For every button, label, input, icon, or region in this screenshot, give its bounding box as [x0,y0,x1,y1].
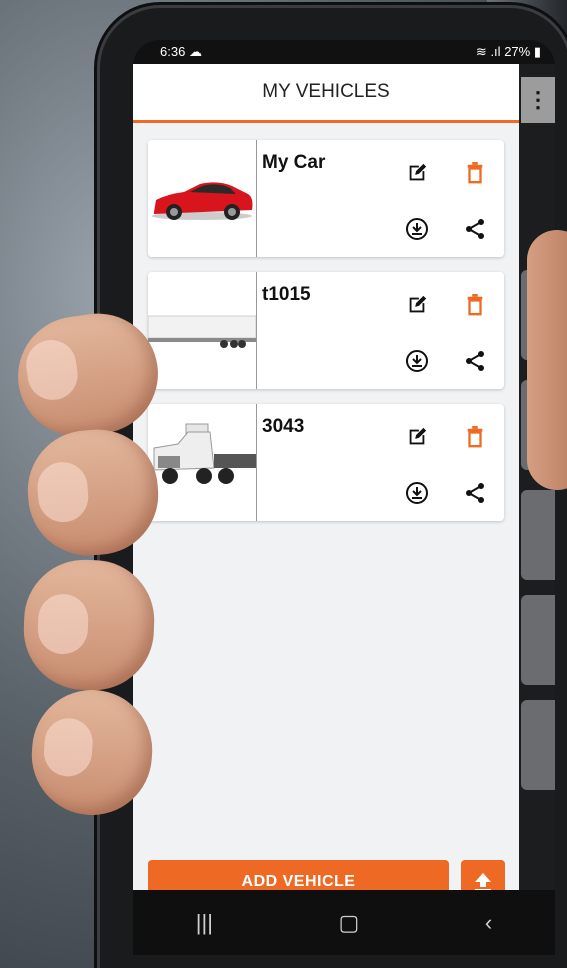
edit-icon[interactable] [402,290,432,320]
trailer-icon [148,315,257,348]
vehicle-card[interactable]: t1015 [148,272,504,389]
share-icon[interactable] [460,478,490,508]
back-icon[interactable]: ‹ [485,910,492,936]
wifi-icon: ≋ [475,44,487,59]
edge-panel-item [521,490,555,580]
edge-panel-item [521,595,555,685]
overflow-menu-icon[interactable]: ⋮ [521,77,555,123]
semi-truck-icon [153,423,256,484]
edit-icon[interactable] [402,158,432,188]
download-icon[interactable] [402,346,432,376]
battery-percent: 27% [504,44,531,59]
vehicle-card[interactable]: My Car [148,140,504,257]
edge-panel-item [521,700,555,790]
download-icon[interactable] [402,214,432,244]
page-title: MY VEHICLES [133,64,519,123]
home-icon[interactable]: ▢ [339,910,360,936]
app-content: MY VEHICLES My Car t1015 3043 ADD VEHICL… [133,64,519,904]
thumb [527,230,567,490]
delete-icon[interactable] [460,422,490,452]
delete-icon[interactable] [460,290,490,320]
vehicle-thumbnail [148,404,257,521]
share-icon[interactable] [460,346,490,376]
recent-apps-icon[interactable]: ||| [196,910,213,936]
vehicle-thumbnail [148,272,257,389]
signal-icon: .ıl [490,44,501,59]
finger [21,557,157,693]
vehicle-name: t1015 [262,284,311,305]
status-right: ≋ .ıl 27% ▮ [476,44,541,60]
status-bar: 6:36 ☁ ≋ .ıl 27% ▮ [133,40,555,64]
vehicle-name: My Car [262,152,326,173]
download-icon[interactable] [402,478,432,508]
vehicle-name: 3043 [262,416,305,437]
edit-icon[interactable] [402,422,432,452]
system-nav-bar: ||| ▢ ‹ [133,890,555,955]
delete-icon[interactable] [460,158,490,188]
cloud-icon: ☁ [188,44,202,59]
status-time: 6:36 ☁ [160,44,202,59]
vehicle-thumbnail [148,140,257,257]
vehicle-card[interactable]: 3043 [148,404,504,521]
phone-screen: 6:36 ☁ ≋ .ıl 27% ▮ ⋮ MY VEHICLES My Car … [133,40,555,955]
share-icon[interactable] [460,214,490,244]
battery-icon: ▮ [533,44,541,59]
red-car-icon [152,182,253,220]
